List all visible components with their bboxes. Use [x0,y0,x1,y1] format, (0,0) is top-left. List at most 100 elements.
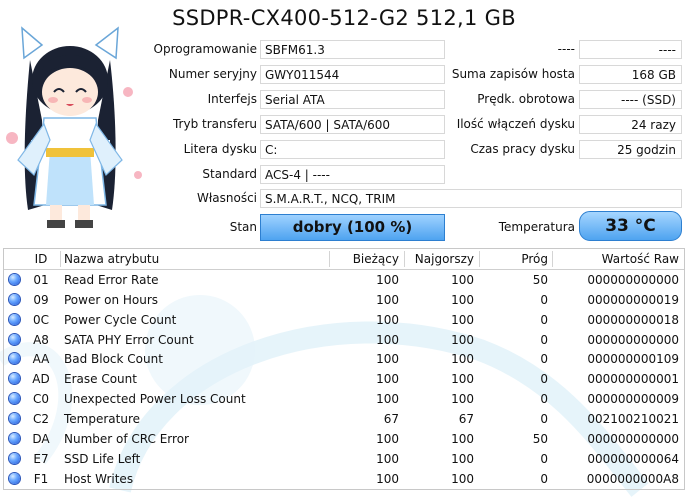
row-id: C0 [32,392,49,407]
smart-attributes-table[interactable]: ID Nazwa atrybutu Bieżący Najgorszy Próg… [3,248,685,490]
row-threshold: 0 [540,352,548,367]
status-dot-icon [9,333,20,345]
column-header-current[interactable]: Bieżący [329,249,399,269]
row-worst: 100 [451,471,474,486]
row-raw-value: 000000000018 [587,312,679,327]
row-threshold: 0 [540,332,548,347]
row-id: 09 [33,292,49,307]
row-attribute-name: Number of CRC Error [64,432,189,447]
table-row[interactable]: AD Erase Count 100 100 0 000000000001 [4,369,684,389]
interface-label: Interfejs [207,92,257,106]
row-id: AA [32,352,50,367]
row-attribute-name: Unexpected Power Loss Count [64,392,246,407]
column-header-raw-value[interactable]: Wartość Raw [552,249,679,269]
row-worst: 100 [451,272,474,287]
row-id: C2 [32,412,49,427]
row-current: 100 [376,432,399,447]
standard-label: Standard [202,167,257,181]
column-header-id[interactable]: ID [24,249,58,269]
standard-value: ACS-4 | ---- [260,165,445,184]
transfer-mode-label: Tryb transferu [172,117,257,131]
table-row[interactable]: 09 Power on Hours 100 100 0 000000000019 [4,290,684,310]
row-attribute-name: Read Error Rate [64,272,159,287]
unknown-value: ---- [579,40,682,59]
row-id: 0C [32,312,49,327]
temperature-label: Temperatura [498,220,575,234]
column-header-attribute-name[interactable]: Nazwa atrybutu [64,249,329,269]
row-id: DA [32,432,50,447]
row-current: 100 [376,451,399,466]
power-on-hours-label: Czas pracy dysku [470,142,575,156]
power-on-hours-value: 25 godzin [579,140,682,159]
row-threshold: 50 [532,272,548,287]
row-worst: 100 [451,432,474,447]
transfer-mode-value: SATA/600 | SATA/600 [260,115,445,134]
row-attribute-name: Temperature [64,412,141,427]
table-row[interactable]: A8 SATA PHY Error Count 100 100 0 000000… [4,330,684,350]
status-dot-icon [9,393,20,405]
row-worst: 100 [451,332,474,347]
interface-value: Serial ATA [260,90,445,109]
power-on-count-value: 24 razy [579,115,682,134]
status-dot-icon [9,373,20,385]
table-row[interactable]: AA Bad Block Count 100 100 0 00000000010… [4,349,684,369]
row-threshold: 0 [540,312,548,327]
row-raw-value: 000000000001 [587,372,679,387]
row-current: 100 [376,312,399,327]
row-current: 67 [383,412,399,427]
table-row[interactable]: C2 Temperature 67 67 0 002100210021 [4,409,684,429]
row-threshold: 0 [540,451,548,466]
health-status-button[interactable]: dobry (100 %) [260,214,445,241]
row-raw-value: 000000000000 [587,332,679,347]
status-dot-icon [9,452,20,464]
row-raw-value: 000000000000 [587,432,679,447]
row-worst: 100 [451,292,474,307]
status-dot-icon [9,353,20,365]
table-row[interactable]: E7 SSD Life Left 100 100 0 000000000064 [4,449,684,469]
host-writes-label: Suma zapisów hosta [451,67,575,81]
row-raw-value: 000000000109 [587,352,679,367]
table-row[interactable]: DA Number of CRC Error 100 100 50 000000… [4,429,684,449]
rotation-rate-label: Prędk. obrotowa [477,92,575,106]
table-row[interactable]: F1 Host Writes 100 100 0 0000000000A8 [4,469,684,489]
row-threshold: 0 [540,412,548,427]
features-value: S.M.A.R.T., NCQ, TRIM [260,189,682,208]
table-row[interactable]: 0C Power Cycle Count 100 100 0 000000000… [4,310,684,330]
health-status-label: Stan [229,220,257,234]
row-raw-value: 0000000000A8 [586,471,679,486]
row-current: 100 [376,372,399,387]
row-id: 01 [33,272,49,287]
table-header-row: ID Nazwa atrybutu Bieżący Najgorszy Próg… [4,249,684,270]
serial-number-value: GWY011544 [260,65,445,84]
status-dot-icon [9,433,20,445]
table-row[interactable]: C0 Unexpected Power Loss Count 100 100 0… [4,389,684,409]
row-threshold: 0 [540,471,548,486]
column-divider [60,251,61,267]
row-worst: 100 [451,372,474,387]
row-current: 100 [376,272,399,287]
features-label: Własności [196,191,257,205]
host-writes-value: 168 GB [579,65,682,84]
status-dot-icon [9,293,20,305]
firmware-label: Oprogramowanie [153,42,258,56]
row-raw-value: 000000000064 [587,451,679,466]
row-id: A8 [33,332,49,347]
table-row[interactable]: 01 Read Error Rate 100 100 50 0000000000… [4,270,684,290]
row-raw-value: 002100210021 [587,412,679,427]
temperature-button[interactable]: 33 °C [579,211,682,241]
status-dot-icon [9,273,20,285]
status-dot-icon [9,413,20,425]
drive-letter-label: Litera dysku [183,142,257,156]
row-attribute-name: SSD Life Left [64,451,141,466]
column-header-threshold[interactable]: Próg [479,249,548,269]
row-current: 100 [376,292,399,307]
row-raw-value: 000000000019 [587,292,679,307]
row-id: F1 [33,471,49,486]
row-attribute-name: Bad Block Count [64,352,163,367]
row-worst: 100 [451,451,474,466]
row-id: E7 [33,451,49,466]
rotation-rate-value: ---- (SSD) [579,90,682,109]
disk-title: SSDPR-CX400-512-G2 512,1 GB [172,6,516,30]
row-attribute-name: Erase Count [64,372,137,387]
column-header-worst[interactable]: Najgorszy [404,249,474,269]
